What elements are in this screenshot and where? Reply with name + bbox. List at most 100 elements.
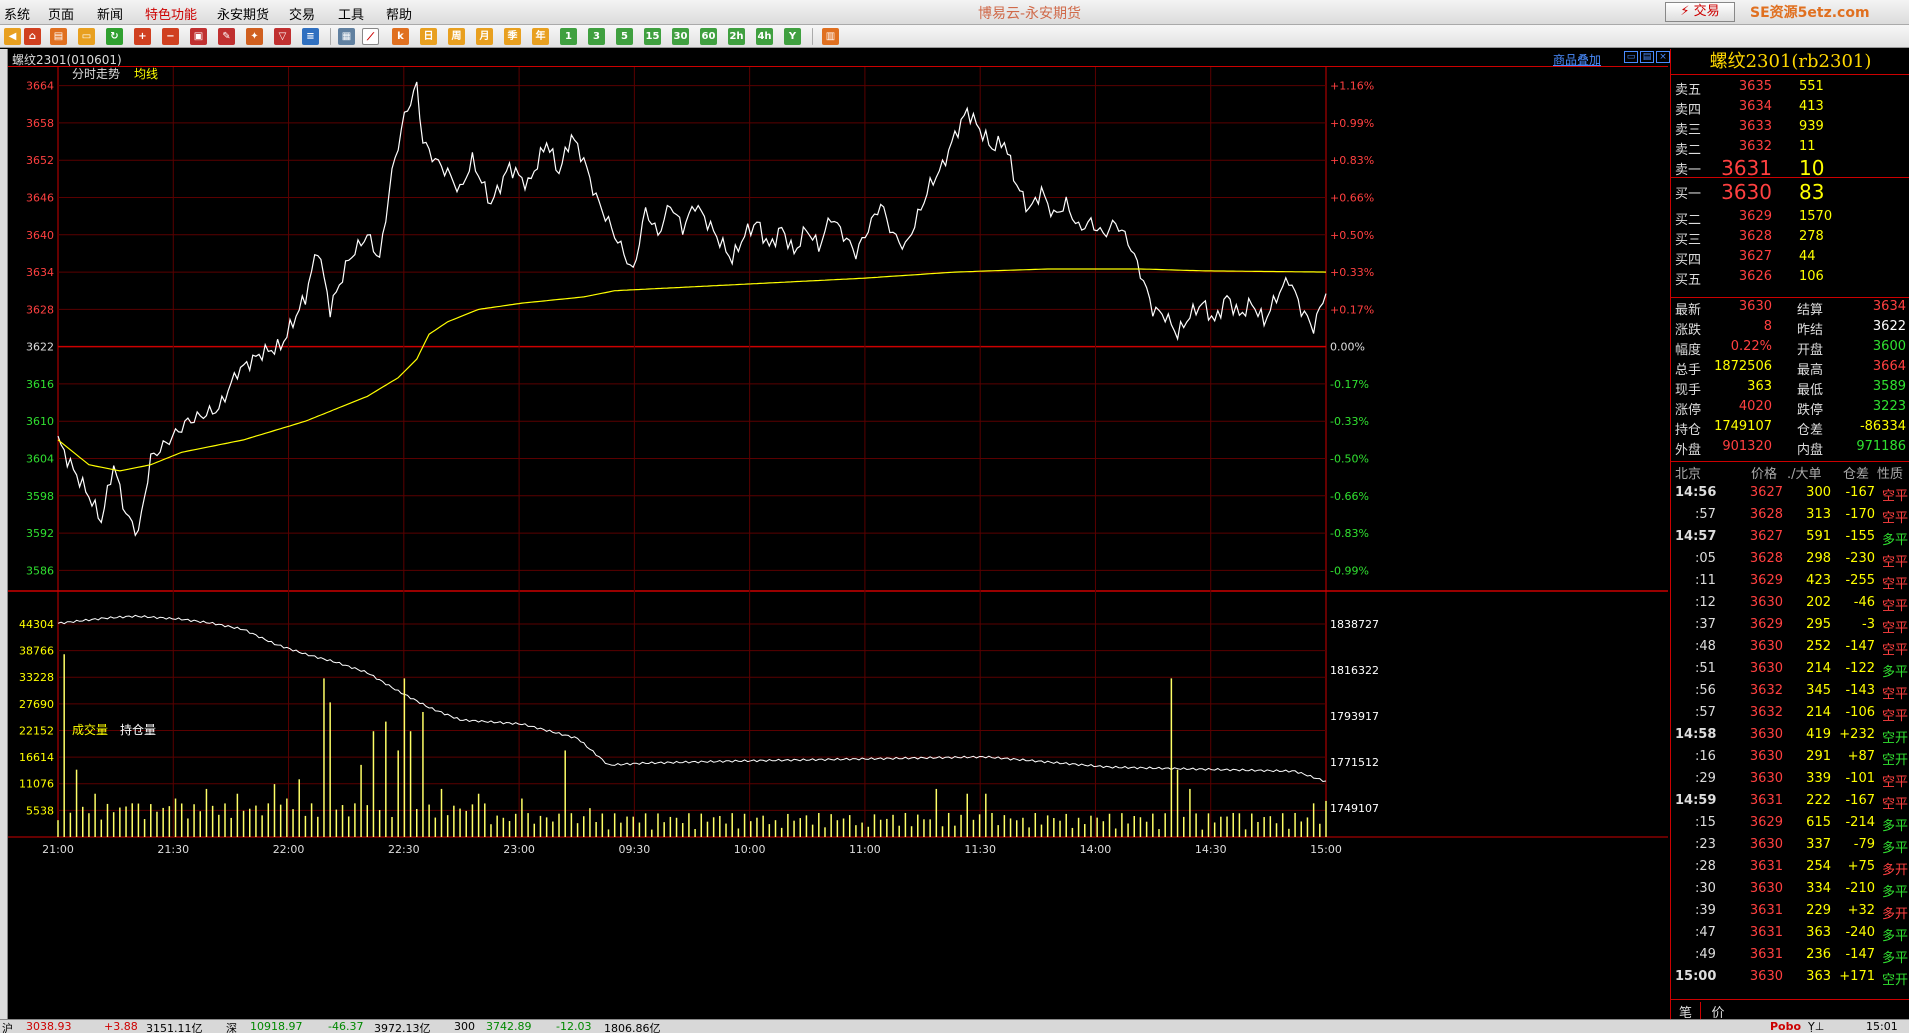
tb-30min[interactable]: 30 — [672, 28, 689, 45]
menu-help[interactable]: 帮助 — [386, 4, 412, 23]
ask-row[interactable]: 卖三 3633 939 — [1671, 119, 1909, 139]
alert-icon[interactable]: ≡ — [302, 28, 319, 45]
status-bar: 沪 3038.93 +3.88 3151.11亿 深 10918.97 -46.… — [0, 1019, 1909, 1033]
sz-index-amount: 3972.13亿 — [374, 1022, 431, 1033]
quote-row: 涨停 4020 跌停 3223 — [1671, 399, 1909, 419]
quote-label: 最高 — [1797, 363, 1824, 378]
tick-header: 北京 价格 ./大单 仓差 性质 — [1671, 463, 1909, 483]
tick-row[interactable]: :39 3631 229 +32 多开 — [1671, 903, 1909, 925]
menu-page[interactable]: 页面 — [48, 4, 74, 23]
tick-header-vol[interactable]: ./大单 — [1787, 463, 1822, 482]
tick-row[interactable]: :51 3630 214 -122 多平 — [1671, 661, 1909, 683]
back-icon[interactable]: ◀ — [4, 28, 21, 45]
table-icon[interactable]: ▦ — [338, 28, 355, 45]
menu-yongan[interactable]: 永安期货 — [217, 4, 269, 23]
tb-4h[interactable]: 4h — [756, 28, 773, 45]
home-icon[interactable]: ⌂ — [24, 28, 41, 45]
volume-label: 成交量 — [72, 722, 108, 737]
menu-news[interactable]: 新闻 — [97, 4, 123, 23]
bid-row[interactable]: 买二 3629 1570 — [1671, 209, 1909, 229]
tb-month[interactable]: 月 — [476, 28, 493, 45]
tb-2h[interactable]: 2h — [728, 28, 745, 45]
menu-system[interactable]: 系统 — [4, 4, 30, 23]
tb-custom[interactable]: Y — [784, 28, 801, 45]
restore-icon[interactable]: ▭ — [1624, 51, 1638, 63]
trade-button[interactable]: ⚡ 交易 — [1665, 2, 1735, 22]
quote-row: 外盘 901320 内盘 971186 — [1671, 439, 1909, 459]
tick-row[interactable]: :12 3630 202 -46 空平 — [1671, 595, 1909, 617]
bid-row[interactable]: 买五 3626 106 — [1671, 269, 1909, 289]
tick-row[interactable]: 14:56 3627 300 -167 空平 — [1671, 485, 1909, 507]
tick-header-oi: 仓差 — [1843, 467, 1870, 482]
bid-row[interactable]: 买一 3630 83 — [1671, 180, 1909, 204]
tick-row[interactable]: :49 3631 236 -147 多平 — [1671, 947, 1909, 969]
tick-price: 3632 — [1749, 683, 1783, 698]
tb-1min[interactable]: 1 — [560, 28, 577, 45]
menu-features[interactable]: 特色功能 — [145, 4, 197, 23]
tile-icon[interactable]: ▤ — [1640, 51, 1654, 63]
pen-icon[interactable]: ✎ — [218, 28, 235, 45]
tb-60min[interactable]: 60 — [700, 28, 717, 45]
filter-icon[interactable]: ▽ — [274, 28, 291, 45]
intraday-chart[interactable]: 3664 +1.16% 3658 +0.99% 3652 +0.83% 3646 +0.66%… — [8, 67, 1668, 1019]
tick-row[interactable]: 14:58 3630 419 +232 空开 — [1671, 727, 1909, 749]
menu-trade[interactable]: 交易 — [289, 4, 315, 23]
kline-icon[interactable]: k — [392, 28, 409, 45]
tb-week[interactable]: 周 — [448, 28, 465, 45]
tick-row[interactable]: :47 3631 363 -240 多平 — [1671, 925, 1909, 947]
close-icon[interactable]: × — [1656, 51, 1670, 63]
signal-icon: Ỵ⊥ — [1808, 1020, 1825, 1033]
divider — [1671, 177, 1909, 178]
tick-row[interactable]: 15:00 3630 363 +171 空开 — [1671, 969, 1909, 991]
tb-3min[interactable]: 3 — [588, 28, 605, 45]
tick-oi-change: -79 — [1853, 837, 1875, 852]
tick-oi-change: -230 — [1845, 551, 1875, 566]
ask-row[interactable]: 卖二 3632 11 — [1671, 139, 1909, 159]
bid-row[interactable]: 买四 3627 44 — [1671, 249, 1909, 269]
tick-row[interactable]: :15 3629 615 -214 多平 — [1671, 815, 1909, 837]
tick-row[interactable]: :30 3630 334 -210 多平 — [1671, 881, 1909, 903]
overlay-commodity-link[interactable]: 商品叠加 — [1553, 51, 1601, 68]
bid-label: 买三 — [1675, 233, 1702, 248]
calculator-icon[interactable]: ▥ — [822, 28, 839, 45]
tb-5min[interactable]: 5 — [616, 28, 633, 45]
quote-value: 1872506 — [1714, 359, 1772, 374]
menu-tools[interactable]: 工具 — [338, 4, 364, 23]
refresh-icon[interactable]: ↻ — [106, 28, 123, 45]
zoom-in-icon[interactable]: + — [134, 28, 151, 45]
tick-row[interactable]: :57 3632 214 -106 空平 — [1671, 705, 1909, 727]
tick-time: 15:00 — [1675, 969, 1717, 984]
list-icon[interactable]: ▤ — [50, 28, 67, 45]
tick-row[interactable]: :11 3629 423 -255 空平 — [1671, 573, 1909, 595]
tick-row[interactable]: :16 3630 291 +87 空开 — [1671, 749, 1909, 771]
tick-row[interactable]: :29 3630 339 -101 空平 — [1671, 771, 1909, 793]
ask-row[interactable]: 卖一 3631 10 — [1671, 156, 1909, 180]
tick-row[interactable]: :56 3632 345 -143 空平 — [1671, 683, 1909, 705]
intraday-chart-icon[interactable]: ⟋ — [362, 28, 379, 45]
zoom-out-icon[interactable]: − — [162, 28, 179, 45]
tick-row[interactable]: 14:57 3627 591 -155 多平 — [1671, 529, 1909, 551]
folder-icon[interactable]: ▭ — [78, 28, 95, 45]
tick-row[interactable]: :37 3629 295 -3 空平 — [1671, 617, 1909, 639]
ask-row[interactable]: 卖四 3634 413 — [1671, 99, 1909, 119]
avg-price-line — [57, 268, 1327, 472]
tb-15min[interactable]: 15 — [644, 28, 661, 45]
csi300-label: 300 — [454, 1020, 475, 1033]
tb-quarter[interactable]: 季 — [504, 28, 521, 45]
tick-row[interactable]: 14:59 3631 222 -167 空平 — [1671, 793, 1909, 815]
tick-row[interactable]: :23 3630 337 -79 多平 — [1671, 837, 1909, 859]
tick-row[interactable]: :28 3631 254 +75 多开 — [1671, 859, 1909, 881]
tick-row[interactable]: :57 3628 313 -170 空平 — [1671, 507, 1909, 529]
tick-row[interactable]: :48 3630 252 -147 空平 — [1671, 639, 1909, 661]
tick-oi-change: -170 — [1845, 507, 1875, 522]
tb-day[interactable]: 日 — [420, 28, 437, 45]
tick-volume: 337 — [1806, 837, 1831, 852]
bid-row[interactable]: 买三 3628 278 — [1671, 229, 1909, 249]
tb-year[interactable]: 年 — [532, 28, 549, 45]
time-tick-label: 21:30 — [157, 843, 189, 856]
ask-row[interactable]: 卖五 3635 551 — [1671, 79, 1909, 99]
tick-row[interactable]: :05 3628 298 -230 空平 — [1671, 551, 1909, 573]
brush-icon[interactable]: ✦ — [246, 28, 263, 45]
tick-oi-change: +171 — [1839, 969, 1875, 984]
window-icon[interactable]: ▣ — [190, 28, 207, 45]
